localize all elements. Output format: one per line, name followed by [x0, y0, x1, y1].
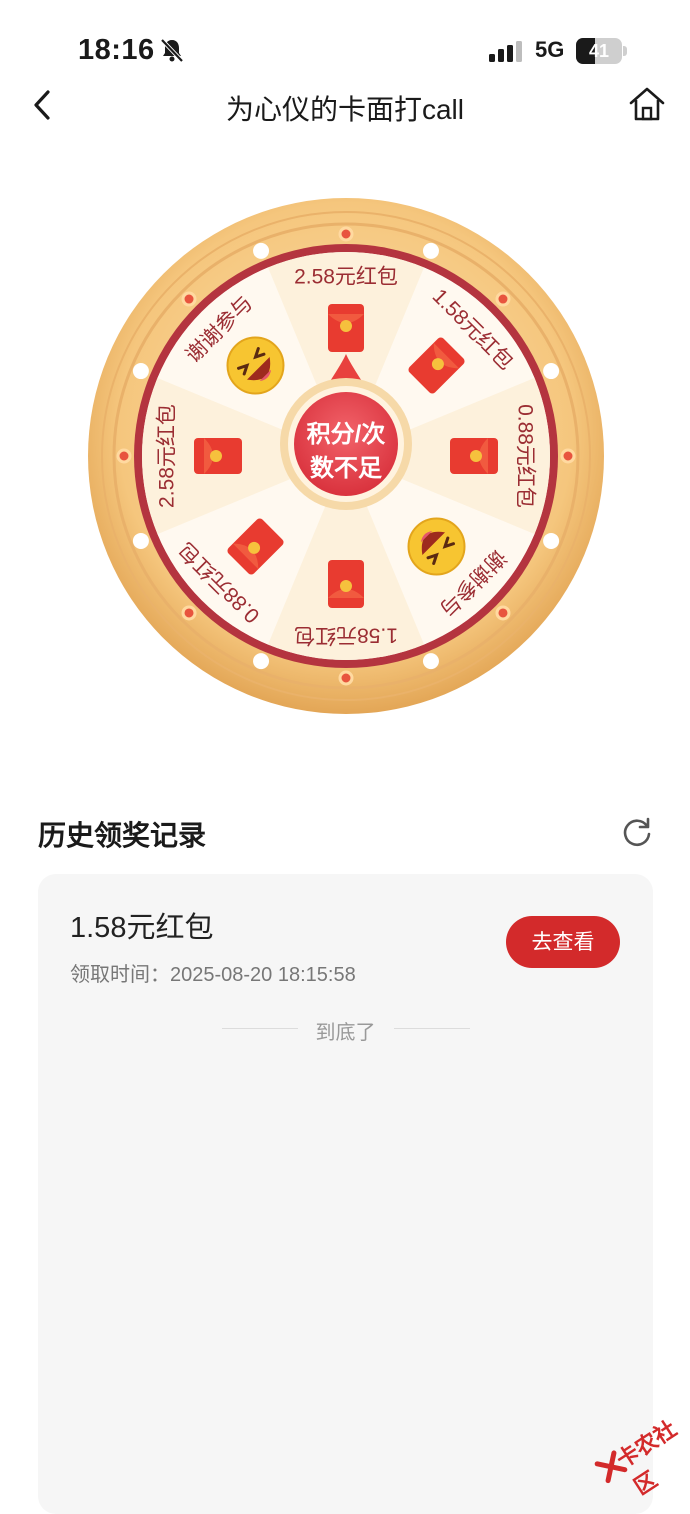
wheel-light — [253, 242, 270, 259]
list-end-indicator: 到底了 — [38, 1014, 653, 1044]
wheel-light — [253, 653, 270, 670]
wheel-segment-label: 2.58元红包 — [294, 266, 398, 289]
wheel-segment-label: 0.88元红包 — [513, 404, 536, 508]
wheel-segment-label: 1.58元红包 — [294, 623, 398, 646]
wheel-light — [543, 532, 560, 549]
watermark-text: 卡农社区 — [612, 1415, 681, 1500]
history-title: 历史领奖记录 — [38, 820, 207, 851]
home-icon[interactable] — [628, 86, 666, 122]
view-button[interactable]: 去查看 — [506, 916, 620, 968]
nav-bar: 为心仪的卡面打call — [0, 70, 690, 140]
muted-bell-icon — [160, 38, 184, 63]
wheel-light — [543, 363, 560, 380]
lottery-wheel[interactable]: 2.58元红包1.58元红包0.88元红包谢谢参与1.58元红包0.88元红包2… — [86, 196, 606, 716]
wheel-light — [422, 242, 439, 259]
battery-level: 41 — [588, 41, 610, 61]
red-envelope-icon — [328, 304, 364, 352]
network-type: 5G — [535, 37, 565, 62]
wheel-segment-label: 2.58元红包 — [156, 404, 179, 508]
refresh-icon[interactable] — [620, 814, 654, 848]
red-envelope-icon — [328, 560, 364, 608]
page-title: 为心仪的卡面打call — [225, 94, 464, 125]
wheel-light — [181, 291, 197, 307]
cellular-signal-icon — [489, 41, 522, 62]
wheel-light — [132, 532, 149, 549]
wheel-light — [338, 226, 354, 242]
wheel-light — [560, 448, 576, 464]
wheel-light — [495, 291, 511, 307]
status-time: 18:16 — [78, 34, 155, 66]
red-envelope-icon — [450, 438, 498, 474]
battery-icon: 41 — [576, 38, 628, 64]
wheel-light — [338, 670, 354, 686]
divider — [394, 1028, 470, 1029]
wheel-center-line1: 积分/次 — [307, 421, 386, 448]
wheel-light — [422, 653, 439, 670]
red-envelope-icon — [194, 438, 242, 474]
wheel-light — [132, 363, 149, 380]
record-prize: 1.58元红包 — [70, 912, 214, 944]
wheel-light — [116, 448, 132, 464]
history-panel: 1.58元红包 领取时间：2025-08-20 18:15:58 去查看 到底了 — [38, 874, 653, 1514]
end-text: 到底了 — [315, 1022, 376, 1044]
wheel-light — [181, 605, 197, 621]
record-time: 领取时间：2025-08-20 18:15:58 — [70, 964, 356, 986]
wheel-center-line2: 数不足 — [310, 455, 382, 482]
wheel-light — [495, 605, 511, 621]
